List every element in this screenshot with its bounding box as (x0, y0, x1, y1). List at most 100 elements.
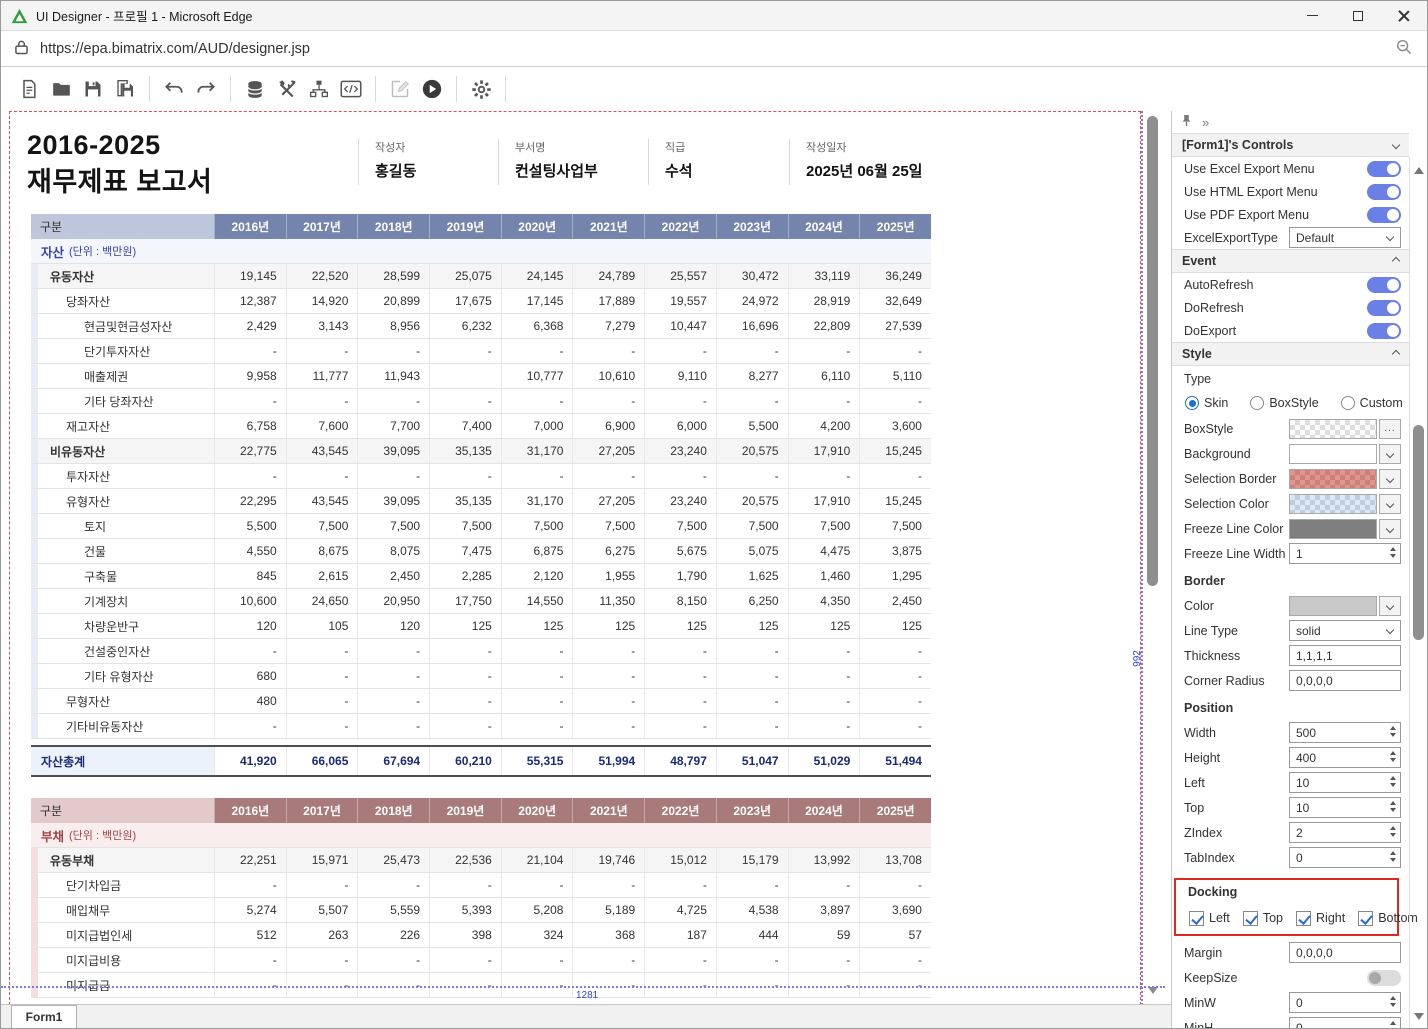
toggle-on[interactable] (1367, 300, 1401, 316)
select-line-type[interactable]: solid (1289, 620, 1401, 641)
dropdown-button[interactable] (1379, 444, 1401, 464)
save-copy-icon[interactable] (109, 74, 141, 104)
redo-icon[interactable] (190, 74, 222, 104)
code-editor-icon[interactable] (335, 74, 367, 104)
panel-scrollbar-thumb[interactable] (1413, 425, 1424, 640)
dropdown-button[interactable] (1379, 596, 1401, 616)
spinner-down-icon[interactable] (1390, 833, 1396, 837)
radio-custom[interactable] (1341, 396, 1355, 410)
style-section-header[interactable]: Style (1172, 342, 1409, 366)
spinner-freeze-line-width[interactable]: 1 (1289, 543, 1401, 564)
spinner-arrows[interactable] (1390, 726, 1396, 737)
input-thickness[interactable]: 1,1,1,1 (1289, 645, 1401, 666)
dropdown-button[interactable] (1379, 519, 1401, 539)
database-icon[interactable] (239, 74, 271, 104)
open-folder-icon[interactable] (45, 74, 77, 104)
checkbox-top[interactable] (1243, 911, 1258, 926)
pin-icon[interactable] (1181, 114, 1192, 130)
spinner-top[interactable]: 10 (1289, 797, 1401, 818)
radio-boxstyle[interactable] (1250, 396, 1264, 410)
spinner-height[interactable]: 400 (1289, 747, 1401, 768)
spinner-up-icon[interactable] (1390, 776, 1396, 780)
spinner-arrows[interactable] (1390, 776, 1396, 787)
color-swatch-boxstyle[interactable] (1289, 419, 1377, 439)
select-excelexporttype[interactable]: Default (1289, 227, 1401, 248)
liability-table[interactable]: 구분2016년2017년2018년2019년2020년2021년2022년202… (31, 798, 931, 998)
checkbox-right[interactable] (1296, 911, 1311, 926)
spinner-down-icon[interactable] (1390, 733, 1396, 737)
spinner-up-icon[interactable] (1390, 726, 1396, 730)
spinner-arrows[interactable] (1390, 1021, 1396, 1029)
spinner-up-icon[interactable] (1390, 851, 1396, 855)
design-canvas[interactable]: 2016-2025 재무제표 보고서 작성자홍길동부서명컨설팅사업부직급수석작성… (1, 111, 1171, 1004)
minimize-button[interactable] (1289, 1, 1335, 31)
ellipsis-button[interactable]: ... (1379, 419, 1401, 439)
spinner-down-icon[interactable] (1390, 758, 1396, 762)
spinner-down-icon[interactable] (1390, 783, 1396, 787)
spinner-up-icon[interactable] (1390, 547, 1396, 551)
spinner-minh[interactable]: 0 (1289, 1017, 1401, 1029)
color-swatch-selection-color[interactable] (1289, 494, 1377, 514)
run-icon[interactable] (416, 74, 448, 104)
input-corner-radius[interactable]: 0,0,0,0 (1289, 670, 1401, 691)
vertical-guide-line[interactable] (1141, 111, 1143, 1004)
tab-form1[interactable]: Form1 (11, 1005, 77, 1028)
scroll-up-icon[interactable] (1414, 167, 1424, 174)
horizontal-guide-line[interactable] (1, 986, 1165, 988)
spinner-width[interactable]: 500 (1289, 722, 1401, 743)
tools-icon[interactable] (271, 74, 303, 104)
new-document-icon[interactable] (13, 74, 45, 104)
scroll-down-icon[interactable] (1414, 1013, 1424, 1020)
canvas-scrollbar-thumb[interactable] (1147, 116, 1158, 586)
spinner-zindex[interactable]: 2 (1289, 822, 1401, 843)
spinner-up-icon[interactable] (1390, 801, 1396, 805)
undo-icon[interactable] (158, 74, 190, 104)
toggle-on[interactable] (1367, 161, 1401, 177)
spinner-arrows[interactable] (1390, 751, 1396, 762)
spinner-arrows[interactable] (1390, 851, 1396, 862)
toggle-on[interactable] (1367, 323, 1401, 339)
toggle-on[interactable] (1367, 207, 1401, 223)
spinner-arrows[interactable] (1390, 826, 1396, 837)
event-section-header[interactable]: Event (1172, 249, 1409, 273)
spinner-left[interactable]: 10 (1289, 772, 1401, 793)
spinner-down-icon[interactable] (1390, 808, 1396, 812)
spinner-up-icon[interactable] (1390, 996, 1396, 1000)
hierarchy-icon[interactable] (303, 74, 335, 104)
save-icon[interactable] (77, 74, 109, 104)
toggle-on[interactable] (1367, 184, 1401, 200)
spinner-up-icon[interactable] (1390, 1021, 1396, 1025)
toggle-on[interactable] (1367, 277, 1401, 293)
close-button[interactable] (1381, 1, 1427, 31)
color-swatch-background[interactable] (1289, 444, 1377, 464)
canvas-scroll-down-icon[interactable] (1148, 987, 1158, 994)
edit-icon[interactable] (384, 74, 416, 104)
maximize-button[interactable] (1335, 1, 1381, 31)
checkbox-left[interactable] (1189, 911, 1204, 926)
spinner-tabindex[interactable]: 0 (1289, 847, 1401, 868)
asset-table[interactable]: 구분2016년2017년2018년2019년2020년2021년2022년202… (31, 214, 931, 777)
spinner-arrows[interactable] (1390, 801, 1396, 812)
panel-scrollbar[interactable] (1409, 157, 1427, 1028)
spinner-up-icon[interactable] (1390, 826, 1396, 830)
spinner-up-icon[interactable] (1390, 751, 1396, 755)
checkbox-bottom[interactable] (1358, 911, 1373, 926)
settings-icon[interactable] (465, 74, 497, 104)
controls-header[interactable]: [Form1]'s Controls (1172, 133, 1409, 157)
spinner-down-icon[interactable] (1390, 554, 1396, 558)
color-swatch-freeze-line-color[interactable] (1289, 519, 1377, 539)
double-chevron-right-icon[interactable]: » (1202, 115, 1209, 130)
address-bar[interactable]: https://epa.bimatrix.com/AUD/designer.js… (1, 31, 1427, 67)
color-swatch-selection-border[interactable] (1289, 469, 1377, 489)
input-margin[interactable]: 0,0,0,0 (1289, 942, 1401, 963)
spinner-down-icon[interactable] (1390, 858, 1396, 862)
magnifier-icon[interactable] (1395, 38, 1413, 60)
spinner-arrows[interactable] (1390, 547, 1396, 558)
color-swatch-color[interactable] (1289, 596, 1377, 616)
spinner-minw[interactable]: 0 (1289, 992, 1401, 1013)
spinner-down-icon[interactable] (1390, 1003, 1396, 1007)
dropdown-button[interactable] (1379, 494, 1401, 514)
toggle-off[interactable] (1367, 970, 1401, 986)
radio-skin[interactable] (1185, 396, 1199, 410)
dropdown-button[interactable] (1379, 469, 1401, 489)
